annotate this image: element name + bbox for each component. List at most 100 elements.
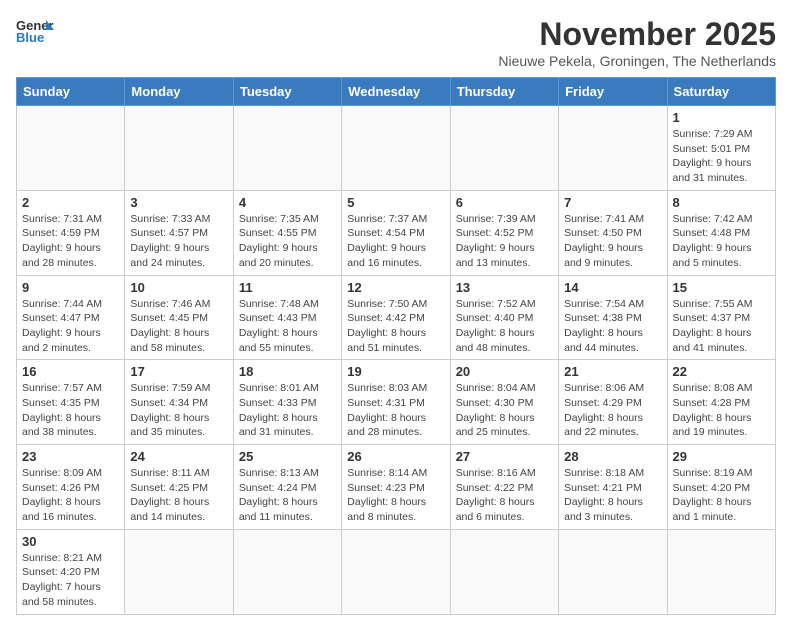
calendar-day-cell: 1 Sunrise: 7:29 AM Sunset: 5:01 PM Daylig… xyxy=(667,106,775,191)
day-info: Sunrise: 8:04 AM Sunset: 4:30 PM Dayligh… xyxy=(456,381,553,440)
weekday-header-sunday: Sunday xyxy=(17,78,125,106)
calendar-day-cell xyxy=(17,106,125,191)
day-info: Sunrise: 8:06 AM Sunset: 4:29 PM Dayligh… xyxy=(564,381,661,440)
day-number: 5 xyxy=(347,195,444,210)
day-number: 29 xyxy=(673,449,770,464)
calendar-week-row: 16 Sunrise: 7:57 AM Sunset: 4:35 PM Dayli… xyxy=(17,360,776,445)
day-info: Sunrise: 7:57 AM Sunset: 4:35 PM Dayligh… xyxy=(22,381,119,440)
month-title: November 2025 xyxy=(498,16,776,53)
day-number: 28 xyxy=(564,449,661,464)
calendar-day-cell xyxy=(342,529,450,614)
day-info: Sunrise: 8:18 AM Sunset: 4:21 PM Dayligh… xyxy=(564,466,661,525)
day-info: Sunrise: 8:14 AM Sunset: 4:23 PM Dayligh… xyxy=(347,466,444,525)
day-info: Sunrise: 7:44 AM Sunset: 4:47 PM Dayligh… xyxy=(22,297,119,356)
day-info: Sunrise: 7:46 AM Sunset: 4:45 PM Dayligh… xyxy=(130,297,227,356)
day-number: 16 xyxy=(22,364,119,379)
calendar-day-cell xyxy=(342,106,450,191)
day-info: Sunrise: 7:39 AM Sunset: 4:52 PM Dayligh… xyxy=(456,212,553,271)
calendar-day-cell: 28 Sunrise: 8:18 AM Sunset: 4:21 PM Dayli… xyxy=(559,445,667,530)
day-number: 3 xyxy=(130,195,227,210)
day-info: Sunrise: 7:29 AM Sunset: 5:01 PM Dayligh… xyxy=(673,127,770,186)
day-info: Sunrise: 7:41 AM Sunset: 4:50 PM Dayligh… xyxy=(564,212,661,271)
day-info: Sunrise: 7:42 AM Sunset: 4:48 PM Dayligh… xyxy=(673,212,770,271)
calendar-week-row: 23Sunrise: 8:09 AM Sunset: 4:26 PM Dayli… xyxy=(17,445,776,530)
calendar-day-cell: 6 Sunrise: 7:39 AM Sunset: 4:52 PM Daylig… xyxy=(450,190,558,275)
day-info: Sunrise: 8:16 AM Sunset: 4:22 PM Dayligh… xyxy=(456,466,553,525)
calendar-day-cell: 9 Sunrise: 7:44 AM Sunset: 4:47 PM Daylig… xyxy=(17,275,125,360)
day-number: 13 xyxy=(456,280,553,295)
calendar-day-cell: 22Sunrise: 8:08 AM Sunset: 4:28 PM Dayli… xyxy=(667,360,775,445)
day-info: Sunrise: 7:52 AM Sunset: 4:40 PM Dayligh… xyxy=(456,297,553,356)
day-info: Sunrise: 8:13 AM Sunset: 4:24 PM Dayligh… xyxy=(239,466,336,525)
day-info: Sunrise: 8:09 AM Sunset: 4:26 PM Dayligh… xyxy=(22,466,119,525)
calendar-day-cell: 8 Sunrise: 7:42 AM Sunset: 4:48 PM Daylig… xyxy=(667,190,775,275)
calendar-day-cell: 30Sunrise: 8:21 AM Sunset: 4:20 PM Dayli… xyxy=(17,529,125,614)
day-number: 4 xyxy=(239,195,336,210)
day-info: Sunrise: 7:54 AM Sunset: 4:38 PM Dayligh… xyxy=(564,297,661,356)
calendar-day-cell: 27 Sunrise: 8:16 AM Sunset: 4:22 PM Dayli… xyxy=(450,445,558,530)
day-info: Sunrise: 7:33 AM Sunset: 4:57 PM Dayligh… xyxy=(130,212,227,271)
day-number: 15 xyxy=(673,280,770,295)
day-number: 9 xyxy=(22,280,119,295)
calendar-day-cell xyxy=(233,529,341,614)
logo: General Blue xyxy=(16,16,54,46)
day-number: 7 xyxy=(564,195,661,210)
day-number: 17 xyxy=(130,364,227,379)
day-number: 10 xyxy=(130,280,227,295)
day-number: 11 xyxy=(239,280,336,295)
day-number: 8 xyxy=(673,195,770,210)
day-info: Sunrise: 7:50 AM Sunset: 4:42 PM Dayligh… xyxy=(347,297,444,356)
calendar-day-cell: 15Sunrise: 7:55 AM Sunset: 4:37 PM Dayli… xyxy=(667,275,775,360)
weekday-header-row: SundayMondayTuesdayWednesdayThursdayFrid… xyxy=(17,78,776,106)
calendar-day-cell: 25 Sunrise: 8:13 AM Sunset: 4:24 PM Dayli… xyxy=(233,445,341,530)
calendar-day-cell: 24Sunrise: 8:11 AM Sunset: 4:25 PM Dayli… xyxy=(125,445,233,530)
day-info: Sunrise: 8:01 AM Sunset: 4:33 PM Dayligh… xyxy=(239,381,336,440)
calendar-day-cell: 17 Sunrise: 7:59 AM Sunset: 4:34 PM Dayli… xyxy=(125,360,233,445)
day-number: 1 xyxy=(673,110,770,125)
calendar-day-cell: 3 Sunrise: 7:33 AM Sunset: 4:57 PM Daylig… xyxy=(125,190,233,275)
weekday-header-friday: Friday xyxy=(559,78,667,106)
day-number: 6 xyxy=(456,195,553,210)
day-number: 24 xyxy=(130,449,227,464)
calendar-day-cell: 2Sunrise: 7:31 AM Sunset: 4:59 PM Daylig… xyxy=(17,190,125,275)
weekday-header-saturday: Saturday xyxy=(667,78,775,106)
title-area: November 2025 Nieuwe Pekela, Groningen, … xyxy=(498,16,776,69)
calendar-week-row: 1 Sunrise: 7:29 AM Sunset: 5:01 PM Daylig… xyxy=(17,106,776,191)
calendar-table: SundayMondayTuesdayWednesdayThursdayFrid… xyxy=(16,77,776,615)
calendar-day-cell: 19Sunrise: 8:03 AM Sunset: 4:31 PM Dayli… xyxy=(342,360,450,445)
day-number: 12 xyxy=(347,280,444,295)
calendar-day-cell: 5 Sunrise: 7:37 AM Sunset: 4:54 PM Daylig… xyxy=(342,190,450,275)
location-subtitle: Nieuwe Pekela, Groningen, The Netherland… xyxy=(498,53,776,69)
day-number: 20 xyxy=(456,364,553,379)
day-number: 18 xyxy=(239,364,336,379)
day-number: 26 xyxy=(347,449,444,464)
weekday-header-monday: Monday xyxy=(125,78,233,106)
calendar-day-cell: 14Sunrise: 7:54 AM Sunset: 4:38 PM Dayli… xyxy=(559,275,667,360)
calendar-day-cell: 13 Sunrise: 7:52 AM Sunset: 4:40 PM Dayli… xyxy=(450,275,558,360)
calendar-day-cell xyxy=(450,106,558,191)
calendar-day-cell: 21 Sunrise: 8:06 AM Sunset: 4:29 PM Dayli… xyxy=(559,360,667,445)
calendar-day-cell: 20 Sunrise: 8:04 AM Sunset: 4:30 PM Dayli… xyxy=(450,360,558,445)
header: General Blue November 2025 Nieuwe Pekela… xyxy=(16,16,776,69)
day-number: 30 xyxy=(22,534,119,549)
day-info: Sunrise: 7:35 AM Sunset: 4:55 PM Dayligh… xyxy=(239,212,336,271)
calendar-day-cell: 7 Sunrise: 7:41 AM Sunset: 4:50 PM Daylig… xyxy=(559,190,667,275)
calendar-day-cell xyxy=(559,106,667,191)
calendar-day-cell xyxy=(559,529,667,614)
calendar-day-cell: 16 Sunrise: 7:57 AM Sunset: 4:35 PM Dayli… xyxy=(17,360,125,445)
day-number: 27 xyxy=(456,449,553,464)
day-info: Sunrise: 7:48 AM Sunset: 4:43 PM Dayligh… xyxy=(239,297,336,356)
calendar-week-row: 30Sunrise: 8:21 AM Sunset: 4:20 PM Dayli… xyxy=(17,529,776,614)
day-number: 22 xyxy=(673,364,770,379)
calendar-day-cell xyxy=(233,106,341,191)
calendar-day-cell: 10 Sunrise: 7:46 AM Sunset: 4:45 PM Dayli… xyxy=(125,275,233,360)
calendar-day-cell: 23Sunrise: 8:09 AM Sunset: 4:26 PM Dayli… xyxy=(17,445,125,530)
weekday-header-wednesday: Wednesday xyxy=(342,78,450,106)
day-info: Sunrise: 7:59 AM Sunset: 4:34 PM Dayligh… xyxy=(130,381,227,440)
day-number: 25 xyxy=(239,449,336,464)
day-number: 21 xyxy=(564,364,661,379)
day-info: Sunrise: 7:37 AM Sunset: 4:54 PM Dayligh… xyxy=(347,212,444,271)
calendar-day-cell xyxy=(125,529,233,614)
calendar-week-row: 9 Sunrise: 7:44 AM Sunset: 4:47 PM Daylig… xyxy=(17,275,776,360)
calendar-week-row: 2Sunrise: 7:31 AM Sunset: 4:59 PM Daylig… xyxy=(17,190,776,275)
